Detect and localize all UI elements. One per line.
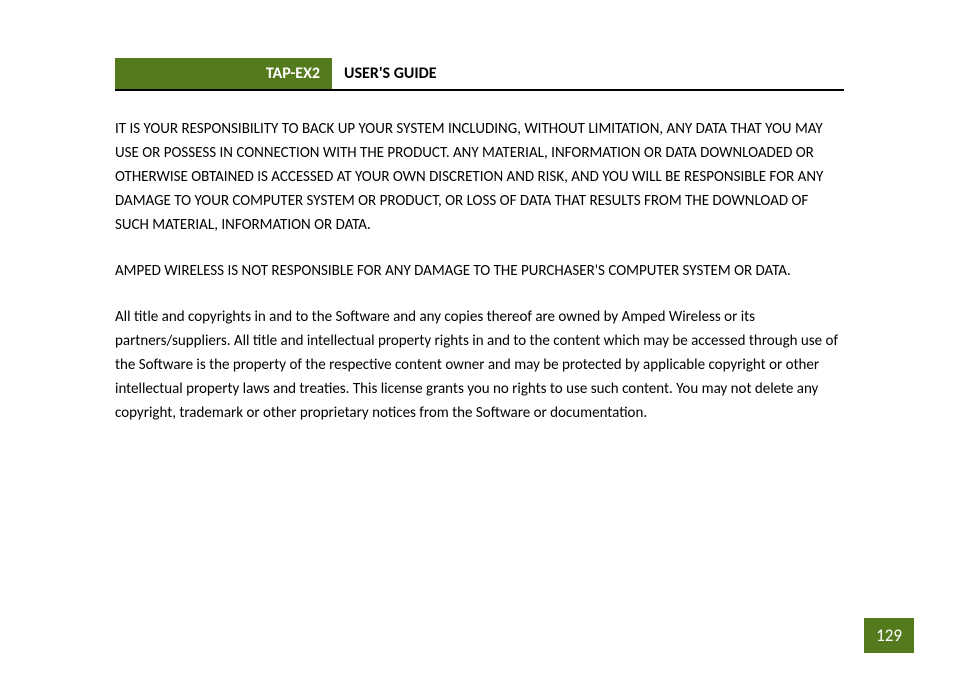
document-page: TAP-EX2 USER'S GUIDE IT IS YOUR RESPONSI… (0, 0, 954, 673)
header-title-text: USER'S GUIDE (344, 64, 437, 83)
body-content: IT IS YOUR RESPONSIBILITY TO BACK UP YOU… (115, 117, 844, 425)
header-product-badge: TAP-EX2 (115, 58, 332, 89)
page-number-badge: 129 (864, 618, 914, 653)
header-title: USER'S GUIDE (332, 58, 449, 89)
paragraph-1: IT IS YOUR RESPONSIBILITY TO BACK UP YOU… (115, 117, 844, 237)
paragraph-2: AMPED WIRELESS IS NOT RESPONSIBLE FOR AN… (115, 259, 844, 283)
page-number-text: 129 (876, 625, 902, 646)
header-bar: TAP-EX2 USER'S GUIDE (115, 58, 844, 91)
header-product-text: TAP-EX2 (266, 64, 320, 83)
paragraph-3: All title and copyrights in and to the S… (115, 305, 844, 425)
